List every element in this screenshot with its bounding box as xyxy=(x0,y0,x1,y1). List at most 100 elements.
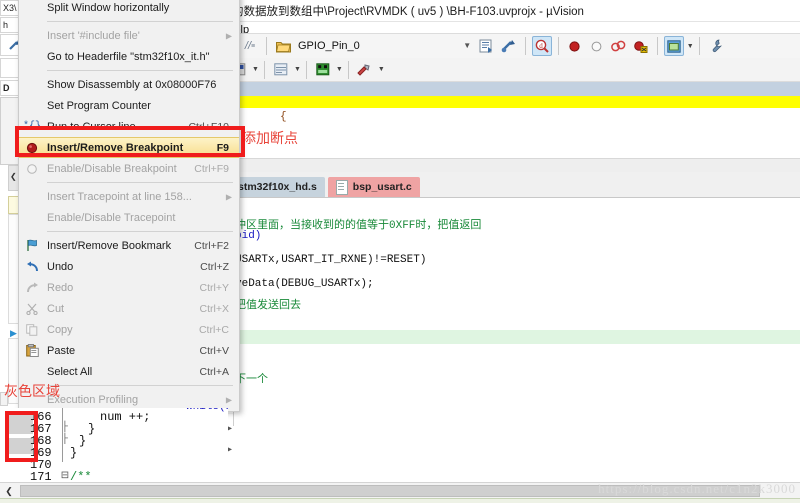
configuration-wrench-icon[interactable] xyxy=(706,36,726,56)
memory-window-icon[interactable] xyxy=(271,60,291,80)
annotation-add-breakpoint: 添加断点 xyxy=(242,130,298,146)
toolbar-secondary: ▼ ▼ ▼ ▼ xyxy=(228,58,800,82)
chevron-down-icon[interactable]: ▼ xyxy=(336,66,343,73)
menu-item-insert-remove-breakpoint[interactable]: Insert/Remove Breakpoint F9 xyxy=(19,137,239,158)
menu-item-accelerator: Ctrl+C xyxy=(198,323,229,336)
code-line: /** xyxy=(70,470,92,482)
menu-item-label: Split Window horizontally xyxy=(47,1,170,14)
menu-item-accelerator: Ctrl+F2 xyxy=(194,239,229,252)
indent-guide xyxy=(62,408,63,462)
bookmark-flag-icon xyxy=(24,238,40,254)
menu-item-cut[interactable]: Cut Ctrl+X xyxy=(19,298,239,319)
menu-item-split-window-horizontally[interactable]: Split Window horizontally xyxy=(19,0,239,18)
symbol-combo[interactable]: ▼ xyxy=(420,37,476,55)
menu-item-show-disassembly[interactable]: Show Disassembly at 0x08000F76 xyxy=(19,74,239,95)
find-in-files-icon[interactable]: d xyxy=(531,36,552,56)
menu-item-redo[interactable]: Redo Ctrl+Y xyxy=(19,277,239,298)
cell-text: X3\ xyxy=(3,3,17,13)
toolbar-divider xyxy=(698,37,700,55)
tab-stm32f10x-hd-s[interactable]: stm32f10x_hd.s xyxy=(230,177,325,197)
toolbar-divider xyxy=(305,60,307,79)
tab-label: bsp_usart.c xyxy=(352,181,412,193)
chevron-right-icon: ▶ xyxy=(225,31,232,40)
folder-icon[interactable] xyxy=(273,36,293,56)
menu-item-label: Copy xyxy=(47,323,73,336)
undo-arrow-icon xyxy=(24,259,40,275)
fold-toggle-icon[interactable]: ⊟ xyxy=(60,470,70,482)
menu-item-run-to-cursor-line[interactable]: *{} Run to Cursor line Ctrl+F10 xyxy=(19,116,239,137)
menu-item-label: Insert '#include file' xyxy=(47,29,140,42)
menu-item-enable-disable-breakpoint[interactable]: Enable/Disable Breakpoint Ctrl+F9 xyxy=(19,158,239,179)
menu-item-insert-remove-bookmark[interactable]: Insert/Remove Bookmark Ctrl+F2 xyxy=(19,235,239,256)
chevron-left-icon[interactable]: ❮ xyxy=(10,172,17,181)
menu-item-go-to-headerfile[interactable]: Go to Headerfile "stm32f10x_it.h" xyxy=(19,46,239,67)
manage-windows-icon[interactable] xyxy=(663,36,684,56)
tools-icon[interactable] xyxy=(355,60,375,80)
menu-item-copy[interactable]: Copy Ctrl+C xyxy=(19,319,239,340)
menu-item-insert-include-file[interactable]: Insert '#include file' ▶ xyxy=(19,25,239,46)
menu-separator xyxy=(47,231,233,232)
code-line: USARTx,USART_IT_RXNE)!=RESET) xyxy=(235,254,427,266)
menu-separator xyxy=(47,182,233,183)
execution-highlight-line xyxy=(228,330,800,344)
file-icon xyxy=(335,179,348,195)
uvision-window: 的数据放到数组中\Project\RVMDK ( uv5 ) \BH-F103.… xyxy=(0,0,800,503)
chevron-down-icon[interactable]: ▼ xyxy=(461,39,474,52)
menu-item-undo[interactable]: Undo Ctrl+Z xyxy=(19,256,239,277)
source-browse-icon[interactable]: //≡ xyxy=(240,36,260,56)
chevron-right-icon: ▶ xyxy=(225,395,232,404)
bookmark-list-icon[interactable] xyxy=(477,36,497,56)
code-line: 冲区里面，当接收到的的值等于0XFF时，把值返回 xyxy=(235,220,482,232)
disable-all-breakpoints-icon[interactable] xyxy=(631,36,651,56)
chevron-down-icon[interactable]: ▼ xyxy=(378,66,385,73)
menu-item-label: Cut xyxy=(47,302,65,315)
code-line: 把值发送回去 xyxy=(235,300,301,312)
editor-lower-code-area[interactable]: 166 167 168 169 170 171 ├ ├ ⊟ num ++; } … xyxy=(0,408,228,482)
serial-window-icon[interactable] xyxy=(313,60,333,80)
menu-item-label: Set Program Counter xyxy=(47,99,151,112)
clipboard-paste-icon xyxy=(24,343,40,359)
tab-label: stm32f10x_hd.s xyxy=(238,181,317,193)
current-line-highlight xyxy=(228,96,800,108)
tab-bsp-usart-c[interactable]: bsp_usart.c xyxy=(327,177,420,197)
editor-code-area[interactable]: 冲区里面，当接收到的的值等于0XFF时，把值返回 bid) USARTx,USA… xyxy=(228,198,800,426)
menu-item-label: Enable/Disable Breakpoint xyxy=(47,162,177,175)
menu-item-accelerator: Ctrl+F9 xyxy=(194,162,229,175)
window-title: 的数据放到数组中\Project\RVMDK ( uv5 ) \BH-F103.… xyxy=(232,5,584,18)
chevron-left-icon[interactable]: ❮ xyxy=(2,484,16,498)
menu-item-label: Select All xyxy=(47,365,93,378)
line-number: 171 xyxy=(30,470,52,482)
menu-item-label: Insert/Remove Breakpoint xyxy=(47,141,184,154)
toolbar-divider xyxy=(347,60,349,79)
goto-definition-icon[interactable] xyxy=(499,36,519,56)
kill-all-breakpoints-icon[interactable] xyxy=(609,36,629,56)
menu-item-label: Run to Cursor line xyxy=(47,120,136,133)
menu-item-label: Redo xyxy=(47,281,74,294)
menu-item-label: Insert/Remove Bookmark xyxy=(47,239,172,252)
menu-item-insert-tracepoint[interactable]: Insert Tracepoint at line 158... ▶ xyxy=(19,186,239,207)
menu-separator xyxy=(47,21,233,22)
insert-breakpoint-icon[interactable] xyxy=(565,36,585,56)
menu-item-label: Show Disassembly at 0x08000F76 xyxy=(47,78,217,91)
status-bar-edge xyxy=(0,498,800,503)
redo-arrow-icon xyxy=(24,280,40,296)
menu-item-enable-disable-tracepoint[interactable]: Enable/Disable Tracepoint xyxy=(19,207,239,228)
breakpoint-hollow-icon xyxy=(24,161,40,177)
menu-item-set-program-counter[interactable]: Set Program Counter xyxy=(19,95,239,116)
cell-text: h xyxy=(3,20,9,30)
chevron-down-icon[interactable]: ▼ xyxy=(687,43,694,50)
editor-context-menu[interactable]: Split Window horizontally Insert '#inclu… xyxy=(18,0,240,455)
menu-item-select-all[interactable]: Select All Ctrl+A xyxy=(19,361,239,382)
code-line: num ++; xyxy=(100,410,151,424)
toolbar-divider xyxy=(557,37,559,55)
chevron-right-icon: ▶ xyxy=(225,192,232,201)
symbol-name-label: GPIO_Pin_0 xyxy=(298,40,360,52)
editor-splitter-bar xyxy=(228,82,800,97)
chevron-down-icon[interactable]: ▼ xyxy=(294,66,301,73)
cell-text: D xyxy=(3,83,10,93)
disable-breakpoint-icon[interactable] xyxy=(587,36,607,56)
code-line: } xyxy=(79,434,87,448)
chevron-down-icon[interactable]: ▼ xyxy=(252,66,259,73)
menu-item-accelerator: Ctrl+F10 xyxy=(188,120,229,133)
menu-item-paste[interactable]: Paste Ctrl+V xyxy=(19,340,239,361)
